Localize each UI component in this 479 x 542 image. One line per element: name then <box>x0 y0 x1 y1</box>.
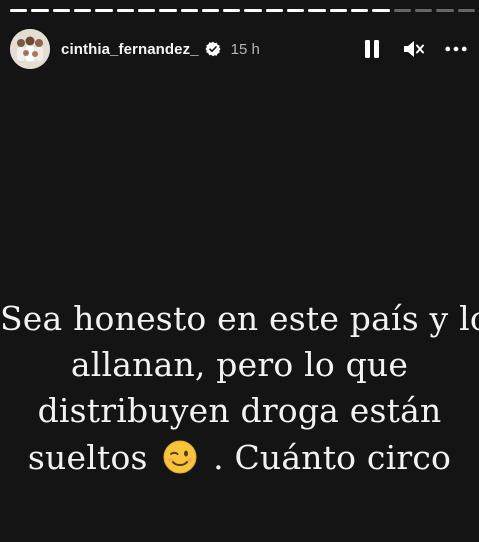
caption-text: . Cuánto circo <box>213 437 452 477</box>
story-viewer[interactable]: cinthia_fernandez_ 15 h Sea honesto en e… <box>0 0 479 542</box>
caption-line: Sea honesto en este país y lo <box>0 299 479 338</box>
verified-badge-icon <box>205 41 221 57</box>
progress-segment-fill <box>201 9 220 12</box>
caption-line: allanan, pero lo que <box>70 345 409 385</box>
progress-segment-fill <box>351 9 369 12</box>
mute-button[interactable] <box>403 38 425 60</box>
progress-segment <box>244 9 262 12</box>
progress-segment-fill <box>95 9 113 12</box>
progress-segment-fill <box>73 9 92 12</box>
progress-segment-fill <box>308 9 326 12</box>
progress-segment-fill <box>372 9 390 12</box>
progress-segment-fill <box>329 9 347 12</box>
progress-segment-fill <box>31 9 49 12</box>
caption-line: distribuyen droga están <box>37 391 442 431</box>
progress-segment <box>393 9 411 12</box>
progress-segment-fill <box>159 9 177 12</box>
story-progress-bar <box>10 9 475 12</box>
more-icon <box>445 46 467 52</box>
more-options-button[interactable] <box>445 38 467 60</box>
progress-segment-fill <box>180 9 198 12</box>
progress-segment <box>265 9 284 12</box>
progress-segment <box>159 9 177 12</box>
progress-segment <box>436 9 454 12</box>
progress-segment <box>116 9 134 12</box>
progress-segment <box>137 9 156 12</box>
caption-text: sueltos <box>27 437 148 477</box>
mute-icon <box>404 41 424 57</box>
progress-segment <box>372 9 390 12</box>
pause-icon <box>365 40 379 58</box>
username[interactable]: cinthia_fernandez_ <box>61 41 199 58</box>
progress-segment <box>351 9 369 12</box>
progress-segment <box>223 9 241 12</box>
avatar[interactable] <box>10 29 50 69</box>
progress-segment-fill <box>10 9 28 12</box>
progress-segment <box>287 9 305 12</box>
progress-segment <box>414 9 433 12</box>
progress-segment <box>457 9 475 12</box>
progress-segment <box>95 9 113 12</box>
progress-segment-fill <box>223 9 241 12</box>
progress-segment-fill <box>287 9 305 12</box>
story-caption: Sea honesto en este país y lo allanan, p… <box>0 296 479 481</box>
progress-segment <box>10 9 28 12</box>
progress-segment <box>329 9 347 12</box>
post-time: 15 h <box>230 40 260 58</box>
avatar-photo <box>10 29 50 69</box>
progress-segment <box>180 9 198 12</box>
progress-segment <box>308 9 326 12</box>
progress-segment-fill <box>137 9 156 12</box>
progress-segment-fill <box>52 9 70 12</box>
caption-line: sueltos . Cuánto circo <box>0 435 479 481</box>
progress-segment-fill <box>244 9 262 12</box>
pause-button[interactable] <box>361 38 383 60</box>
progress-segment <box>201 9 220 12</box>
story-controls <box>361 38 467 60</box>
progress-segment <box>31 9 49 12</box>
story-header: cinthia_fernandez_ 15 h <box>10 28 467 70</box>
progress-segment-fill <box>265 9 284 12</box>
winking-face-emoji-icon <box>162 439 198 475</box>
progress-segment <box>52 9 70 12</box>
progress-segment <box>73 9 92 12</box>
progress-segment-fill <box>116 9 134 12</box>
